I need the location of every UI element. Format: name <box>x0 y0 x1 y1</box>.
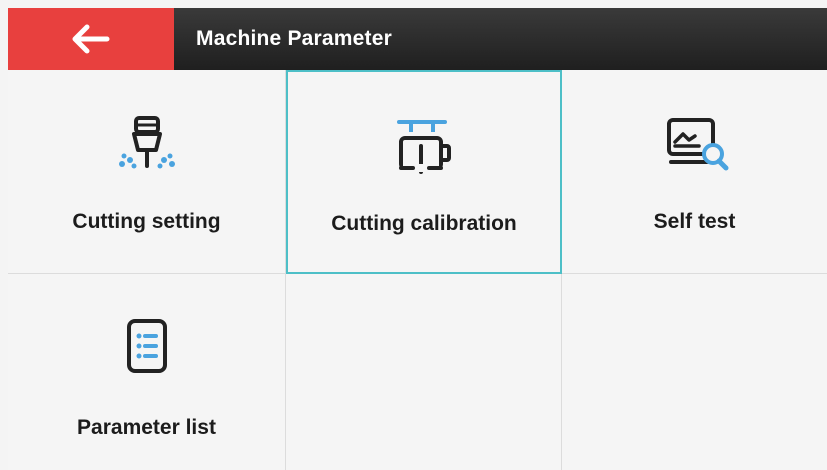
tile-label: Self test <box>653 210 736 233</box>
empty-cell <box>562 274 827 470</box>
empty-cell <box>286 274 562 470</box>
tile-parameter-list[interactable]: Parameter list <box>8 274 286 470</box>
calibration-icon <box>389 118 459 174</box>
tile-self-test[interactable]: Self test <box>562 70 827 274</box>
list-document-icon <box>122 318 172 374</box>
back-button[interactable] <box>8 8 174 70</box>
top-strip <box>0 0 827 8</box>
tile-cutting-calibration[interactable]: Cutting calibration <box>286 70 562 274</box>
tile-label: Parameter list <box>77 416 216 439</box>
arrow-left-icon <box>72 24 110 54</box>
menu-grid: Cutting setting Cutting calibration Self… <box>8 70 827 470</box>
cutter-spray-icon <box>112 116 182 172</box>
monitor-search-icon <box>655 116 735 172</box>
tile-cutting-setting[interactable]: Cutting setting <box>8 70 286 274</box>
tile-label: Cutting setting <box>72 210 221 233</box>
page-title: Machine Parameter <box>196 27 392 50</box>
tile-label: Cutting calibration <box>331 212 517 235</box>
page-title-bar: Machine Parameter <box>174 8 827 70</box>
header-bar: Machine Parameter <box>8 8 827 70</box>
